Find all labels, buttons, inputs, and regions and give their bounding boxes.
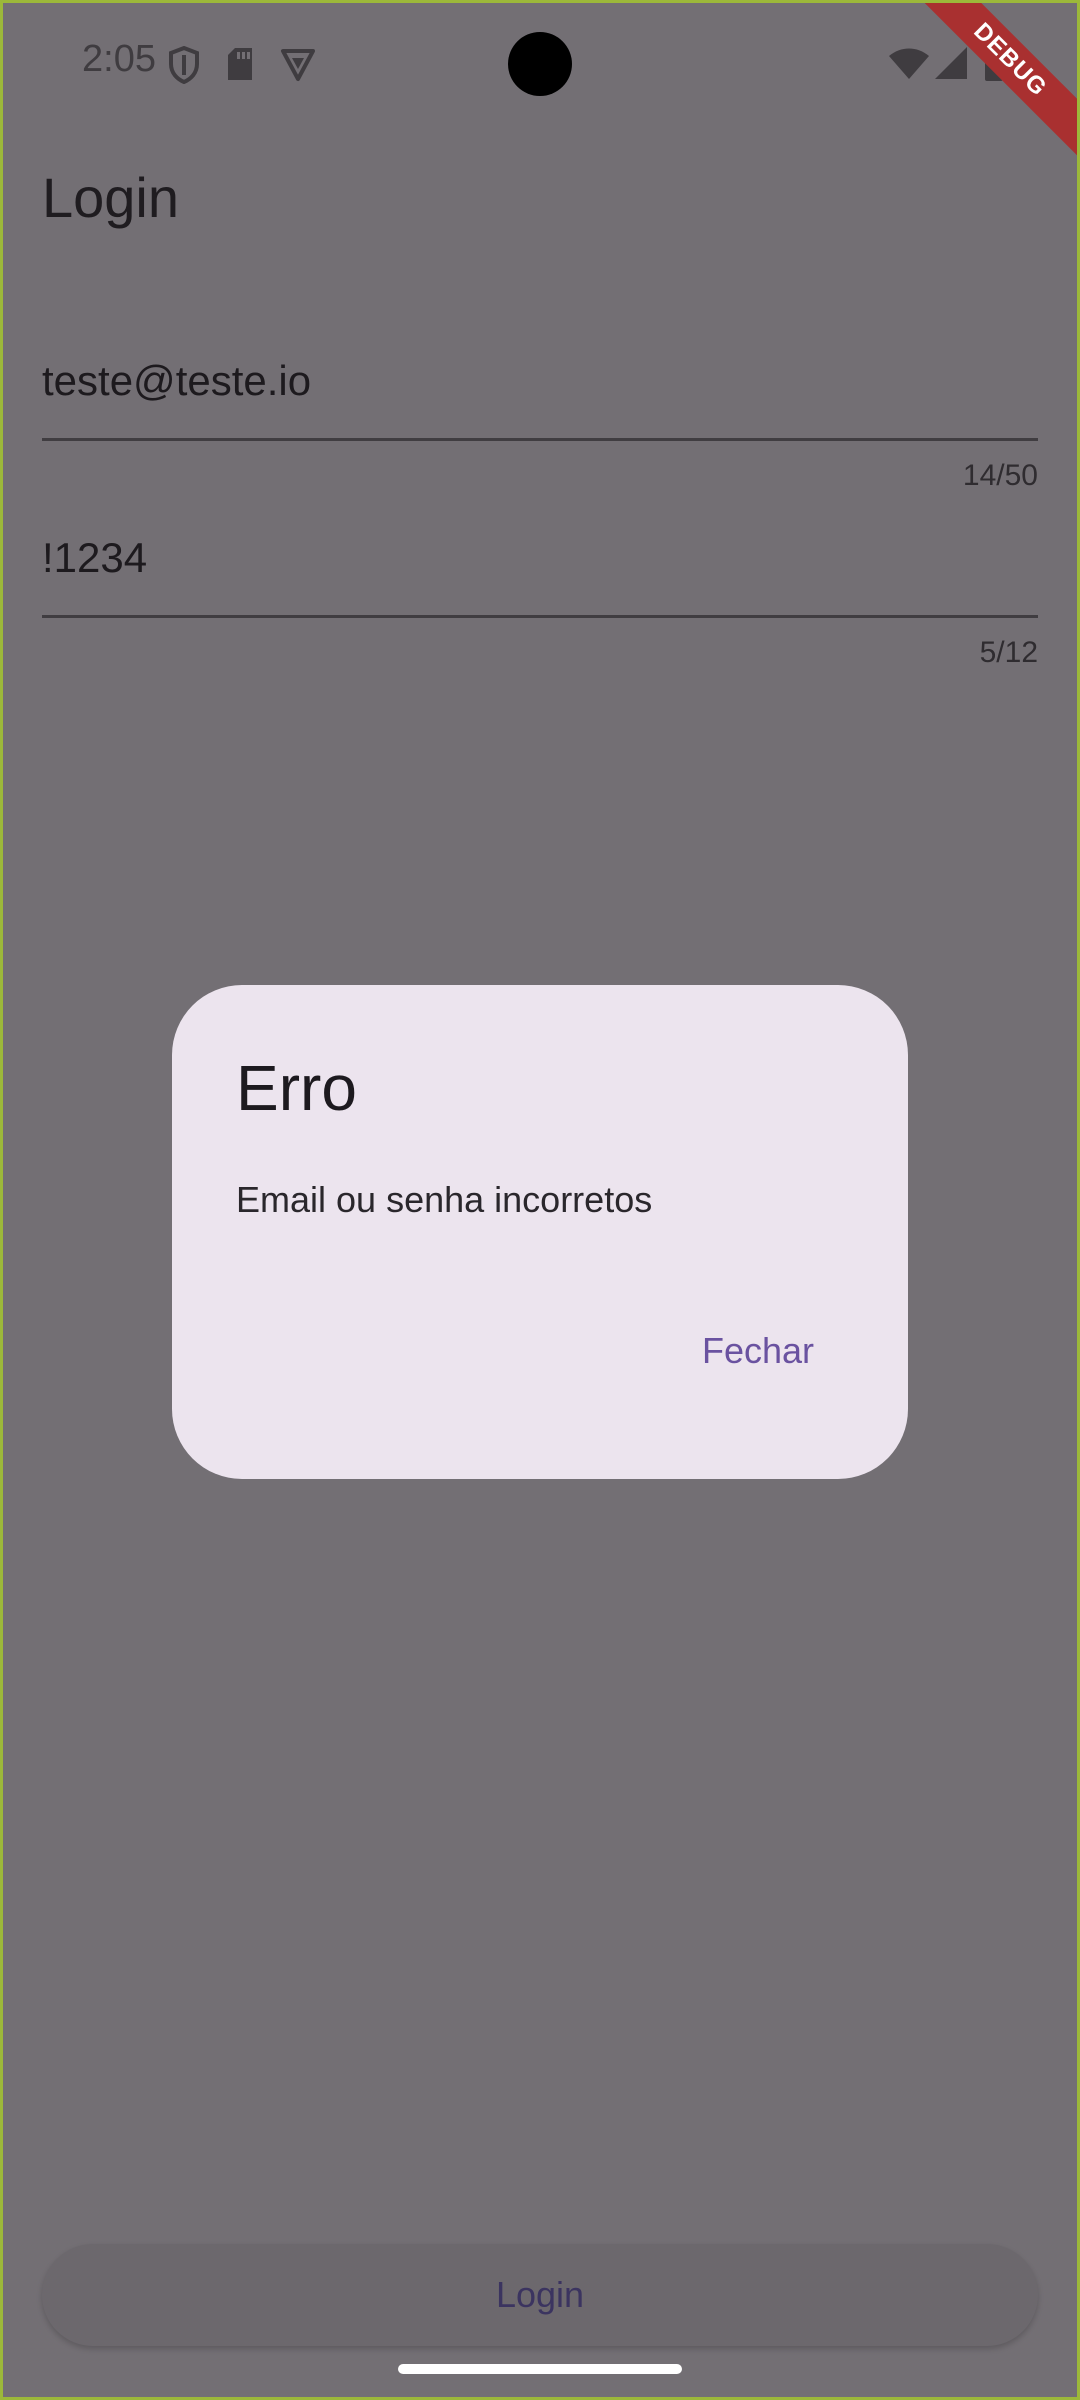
password-underline <box>42 615 1038 618</box>
vpn-triangle-icon <box>280 46 316 87</box>
email-char-counter: 14/50 <box>962 459 1038 492</box>
sd-card-icon <box>226 46 254 87</box>
status-bar: 2:05 <box>0 0 1080 130</box>
error-dialog: Erro Email ou senha incorretos Fechar <box>172 985 908 1479</box>
password-char-counter: 5/12 <box>979 636 1038 669</box>
email-underline <box>42 438 1038 441</box>
cellular-signal-icon <box>934 46 968 85</box>
dialog-message: Email ou senha incorretos <box>236 1179 653 1220</box>
email-input[interactable]: teste@teste.io <box>42 340 1038 422</box>
password-field[interactable]: !1234 5/12 <box>42 517 1038 670</box>
login-button[interactable]: Login <box>42 2244 1038 2346</box>
email-field[interactable]: teste@teste.io 14/50 <box>42 340 1038 493</box>
shield-icon <box>168 45 200 89</box>
home-indicator[interactable] <box>398 2364 682 2374</box>
status-time: 2:05 <box>82 38 156 80</box>
dialog-title: Erro <box>236 1052 357 1124</box>
close-dialog-button[interactable]: Fechar <box>702 1330 814 1372</box>
password-input[interactable]: !1234 <box>42 517 1038 599</box>
camera-cutout <box>508 32 572 96</box>
login-button-label: Login <box>495 2274 585 2315</box>
wifi-icon <box>888 48 930 85</box>
page-title: Login <box>42 166 180 229</box>
